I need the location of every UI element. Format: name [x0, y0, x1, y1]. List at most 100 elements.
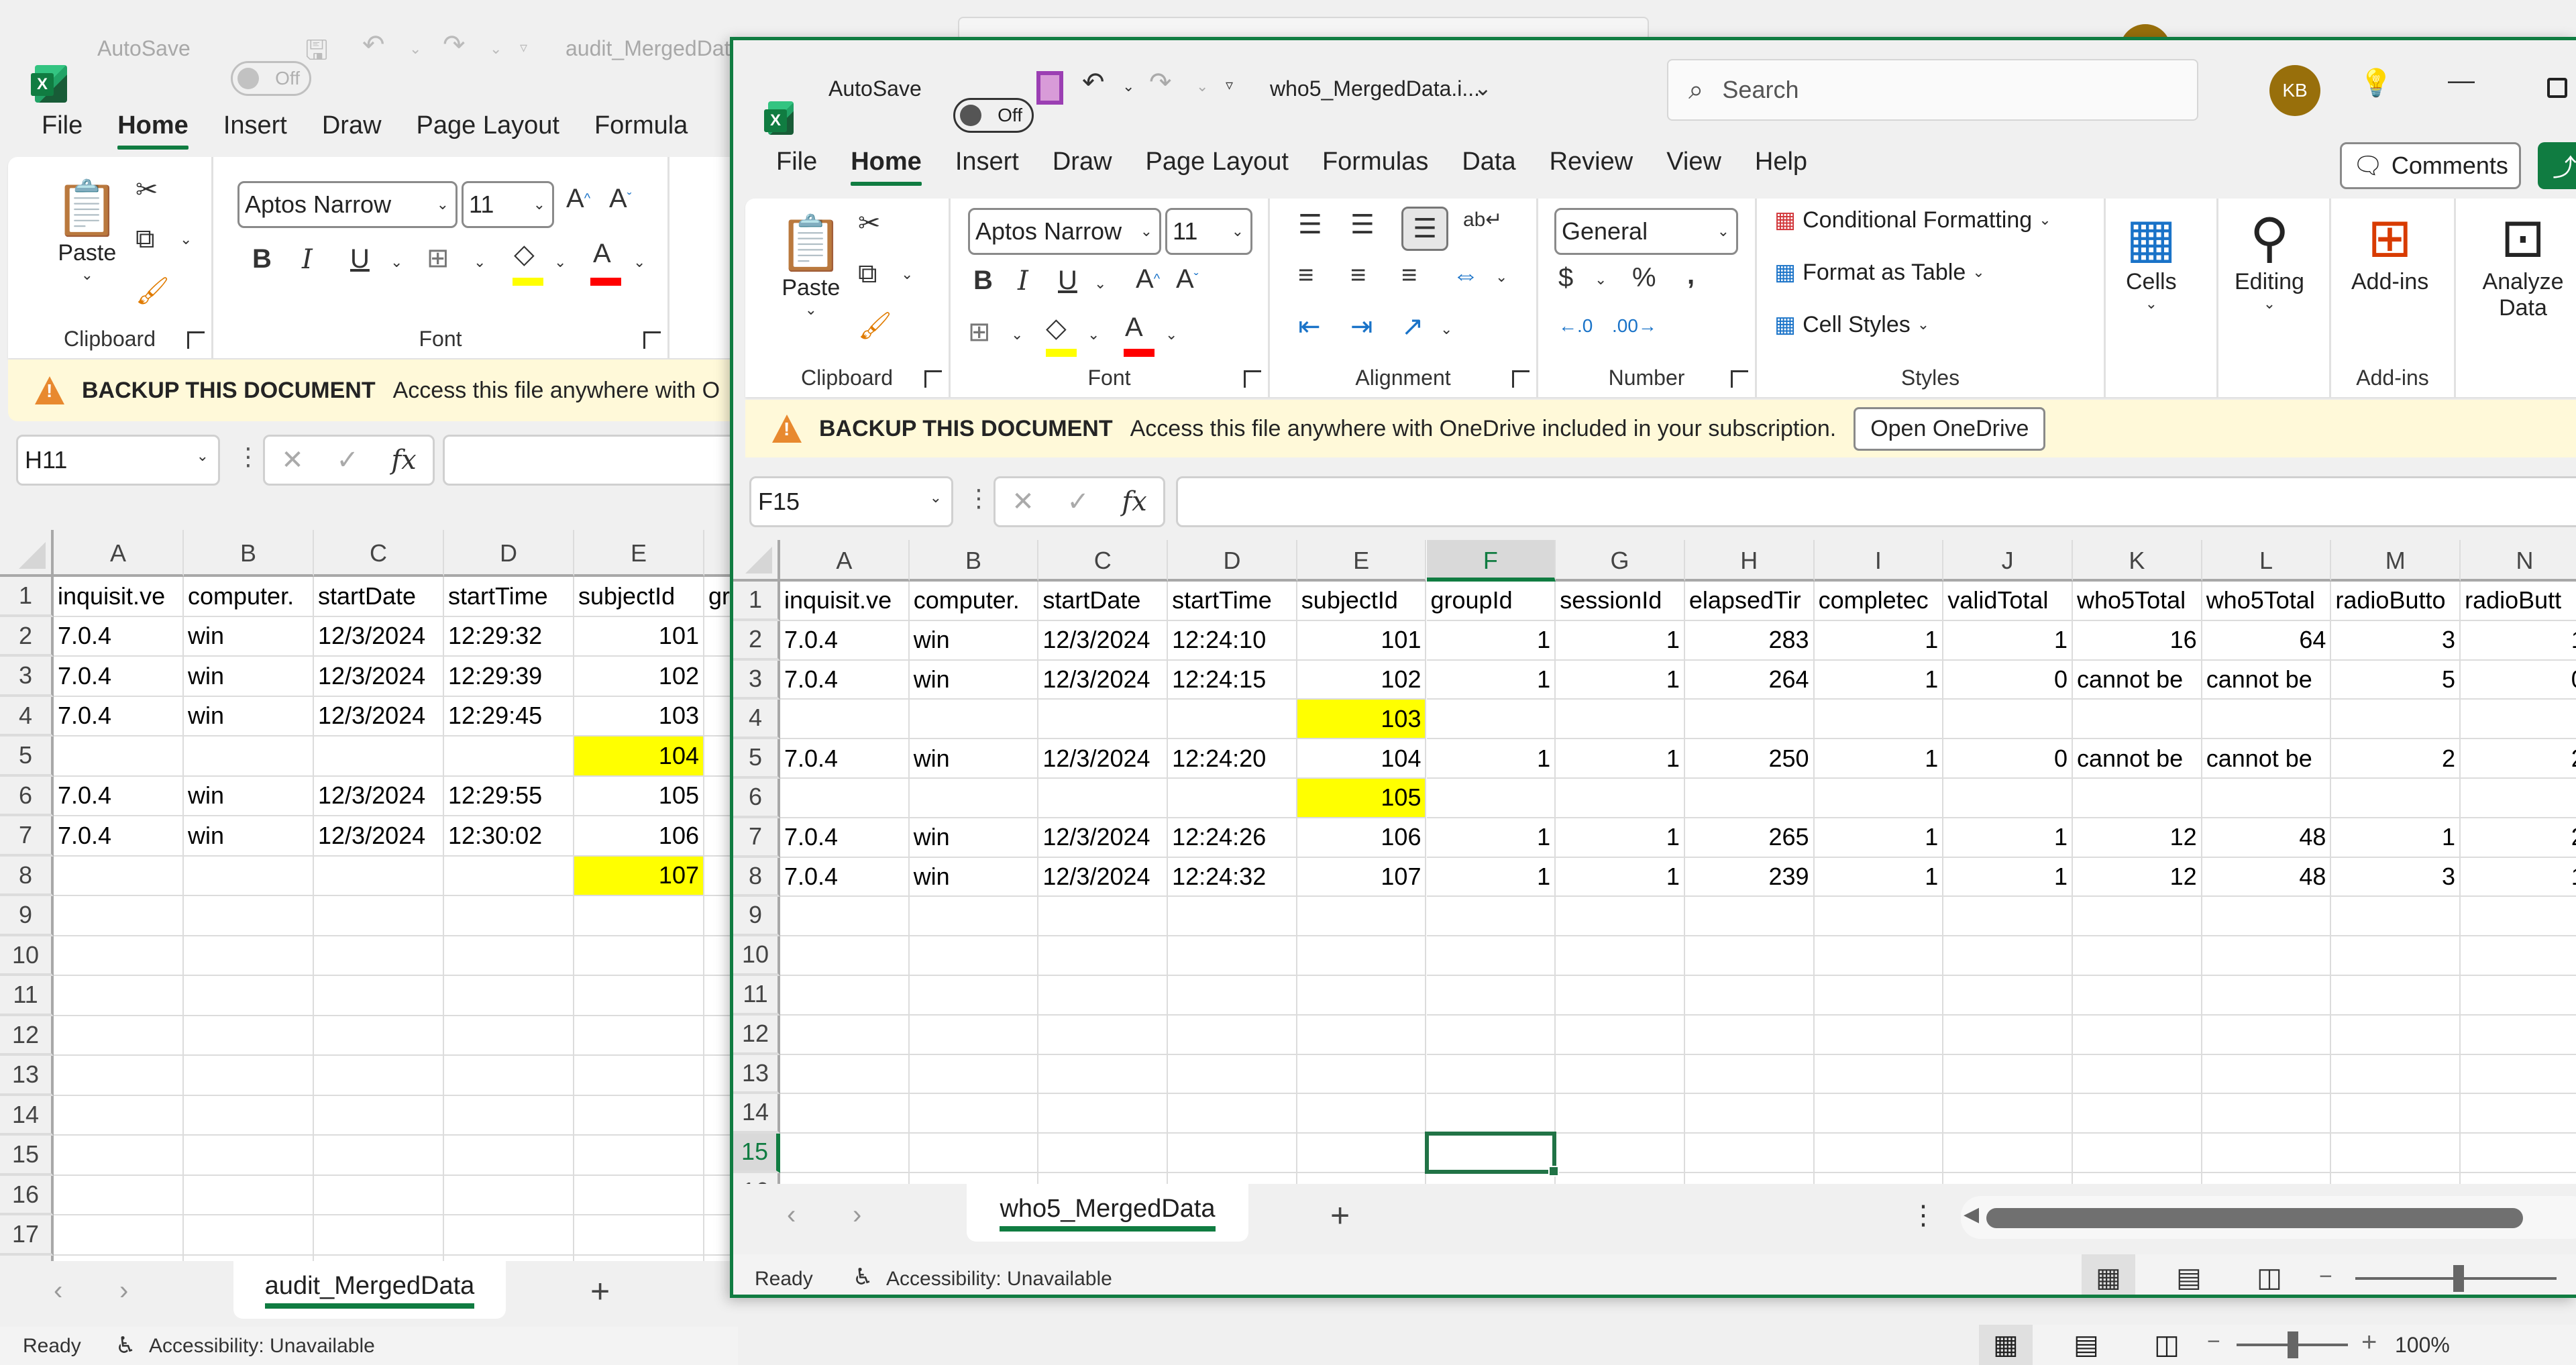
cell-c2[interactable]: 12/3/2024 — [1038, 620, 1169, 661]
cell-i10[interactable] — [1814, 936, 1944, 976]
more-options-icon[interactable]: ⋮ — [236, 443, 260, 471]
cell-b4[interactable]: win — [184, 696, 314, 736]
cell-i9[interactable] — [1814, 897, 1944, 937]
row-header-2[interactable]: 2 — [733, 620, 780, 661]
cell-a16[interactable] — [780, 1173, 910, 1184]
font-launcher-icon[interactable] — [643, 331, 661, 349]
cell-e10[interactable] — [1297, 936, 1427, 976]
cell-c9[interactable] — [1038, 897, 1169, 937]
cell-h4[interactable] — [1684, 700, 1815, 740]
cell-c8[interactable]: 12/3/2024 — [1038, 857, 1169, 897]
cell-l8[interactable]: 48 — [2202, 857, 2332, 897]
cell-d15[interactable] — [444, 1136, 574, 1176]
cell-b17[interactable] — [184, 1215, 314, 1256]
zoom-slider-thumb[interactable] — [2453, 1265, 2464, 1292]
bottom-align-icon[interactable]: ☰ — [1401, 207, 1448, 251]
underline-dropdown-icon[interactable]: ⌄ — [390, 254, 402, 271]
merge-dropdown-icon[interactable]: ⌄ — [1495, 268, 1507, 286]
comments-button[interactable]: 🗨 Comments — [2340, 142, 2521, 189]
insert-function-icon[interactable]: fx — [391, 445, 416, 476]
cell-c10[interactable] — [314, 936, 444, 976]
horizontal-scrollbar-thumb[interactable] — [1986, 1208, 2523, 1228]
cell-c6[interactable]: 12/3/2024 — [314, 776, 444, 816]
cell-c16[interactable] — [1038, 1173, 1169, 1184]
underline-icon[interactable]: U — [350, 244, 370, 274]
cell-d4[interactable] — [1168, 700, 1297, 740]
cell-j3[interactable]: 0 — [1943, 660, 2073, 700]
decrease-decimal-icon[interactable]: .00→ — [1612, 315, 1657, 337]
row-header-18[interactable]: 18 — [0, 1255, 54, 1261]
cell-k12[interactable] — [2073, 1015, 2202, 1055]
cell-a9[interactable] — [780, 897, 910, 937]
lightbulb-icon[interactable]: 💡 — [2359, 67, 2393, 99]
cell-m15[interactable] — [2331, 1134, 2461, 1173]
cell-k5[interactable]: cannot be — [2073, 739, 2202, 779]
cell-m12[interactable] — [2331, 1015, 2461, 1055]
cell-g14[interactable] — [1556, 1094, 1685, 1134]
cell-d7[interactable]: 12:30:02 — [444, 816, 574, 857]
cell-m6[interactable] — [2331, 779, 2461, 818]
cell-e4[interactable]: 103 — [574, 696, 704, 736]
cell-b1[interactable]: computer. — [184, 577, 314, 617]
fill-color-icon[interactable]: ◇ — [1046, 313, 1067, 343]
cell-partial-5[interactable] — [704, 736, 730, 777]
font-color-dropdown-icon[interactable]: ⌄ — [633, 254, 645, 271]
cell-l12[interactable] — [2202, 1015, 2332, 1055]
cancel-icon[interactable]: ✕ — [281, 445, 304, 476]
cell-h7[interactable]: 265 — [1684, 818, 1815, 858]
cell-l10[interactable] — [2202, 936, 2332, 976]
clipboard-launcher-icon[interactable] — [924, 370, 942, 388]
cell-e8[interactable]: 107 — [574, 856, 704, 896]
title-dropdown-icon[interactable]: ⌄ — [1474, 75, 1492, 101]
cell-b2[interactable]: win — [909, 620, 1039, 661]
cell-b4[interactable] — [909, 700, 1039, 740]
cell-a3[interactable]: 7.0.4 — [54, 657, 184, 697]
cell-h13[interactable] — [1684, 1054, 1815, 1095]
cell-d8[interactable] — [444, 856, 574, 896]
select-all-corner[interactable] — [0, 530, 54, 577]
row-header-16[interactable]: 16 — [733, 1173, 780, 1184]
cell-n5[interactable]: 2 — [2461, 739, 2576, 779]
cell-d14[interactable] — [444, 1095, 574, 1136]
paste-dropdown-icon[interactable]: ⌄ — [81, 266, 93, 284]
cell-d6[interactable] — [1168, 779, 1297, 818]
cell-b13[interactable] — [909, 1054, 1039, 1095]
cell-e8[interactable]: 107 — [1297, 857, 1427, 897]
cell-a12[interactable] — [780, 1015, 910, 1055]
decrease-indent-icon[interactable]: ⇤ — [1298, 311, 1321, 342]
number-launcher-icon[interactable] — [1731, 370, 1748, 388]
cell-h12[interactable] — [1684, 1015, 1815, 1055]
cell-m11[interactable] — [2331, 976, 2461, 1016]
cell-a14[interactable] — [54, 1095, 184, 1136]
cell-b18[interactable] — [184, 1255, 314, 1261]
borders-dropdown-icon[interactable]: ⌄ — [474, 254, 486, 271]
cell-e13[interactable] — [1297, 1054, 1427, 1095]
cell-d12[interactable] — [1168, 1015, 1297, 1055]
cell-i7[interactable]: 1 — [1814, 818, 1944, 858]
comma-style-icon[interactable]: , — [1687, 260, 1695, 290]
cell-a5[interactable] — [54, 736, 184, 777]
next-sheet-icon[interactable]: › — [119, 1276, 128, 1306]
cell-l9[interactable] — [2202, 897, 2332, 937]
cell-j16[interactable] — [1943, 1173, 2073, 1184]
cell-c13[interactable] — [314, 1056, 444, 1096]
cell-a10[interactable] — [54, 936, 184, 976]
column-header-g[interactable]: G — [1556, 540, 1685, 582]
cell-d9[interactable] — [444, 896, 574, 936]
column-header-b[interactable]: B — [184, 530, 314, 577]
cell-l7[interactable]: 48 — [2202, 818, 2332, 858]
undo-dropdown-icon[interactable]: ⌄ — [1122, 78, 1134, 95]
cell-partial-11[interactable] — [704, 976, 730, 1016]
user-avatar[interactable]: KB — [2269, 65, 2320, 116]
cell-f13[interactable] — [1426, 1054, 1556, 1095]
cell-a5[interactable]: 7.0.4 — [780, 739, 910, 779]
previous-sheet-icon[interactable]: ‹ — [54, 1276, 62, 1306]
cell-partial-9[interactable] — [704, 896, 730, 936]
bold-icon[interactable]: B — [973, 266, 993, 296]
cell-b15[interactable] — [184, 1136, 314, 1176]
cell-m5[interactable]: 2 — [2331, 739, 2461, 779]
workbook-title[interactable]: who5_MergedData.i... — [1270, 76, 1480, 101]
row-header-14[interactable]: 14 — [0, 1095, 54, 1136]
cell-e6[interactable]: 105 — [1297, 779, 1427, 818]
cell-n6[interactable] — [2461, 779, 2576, 818]
